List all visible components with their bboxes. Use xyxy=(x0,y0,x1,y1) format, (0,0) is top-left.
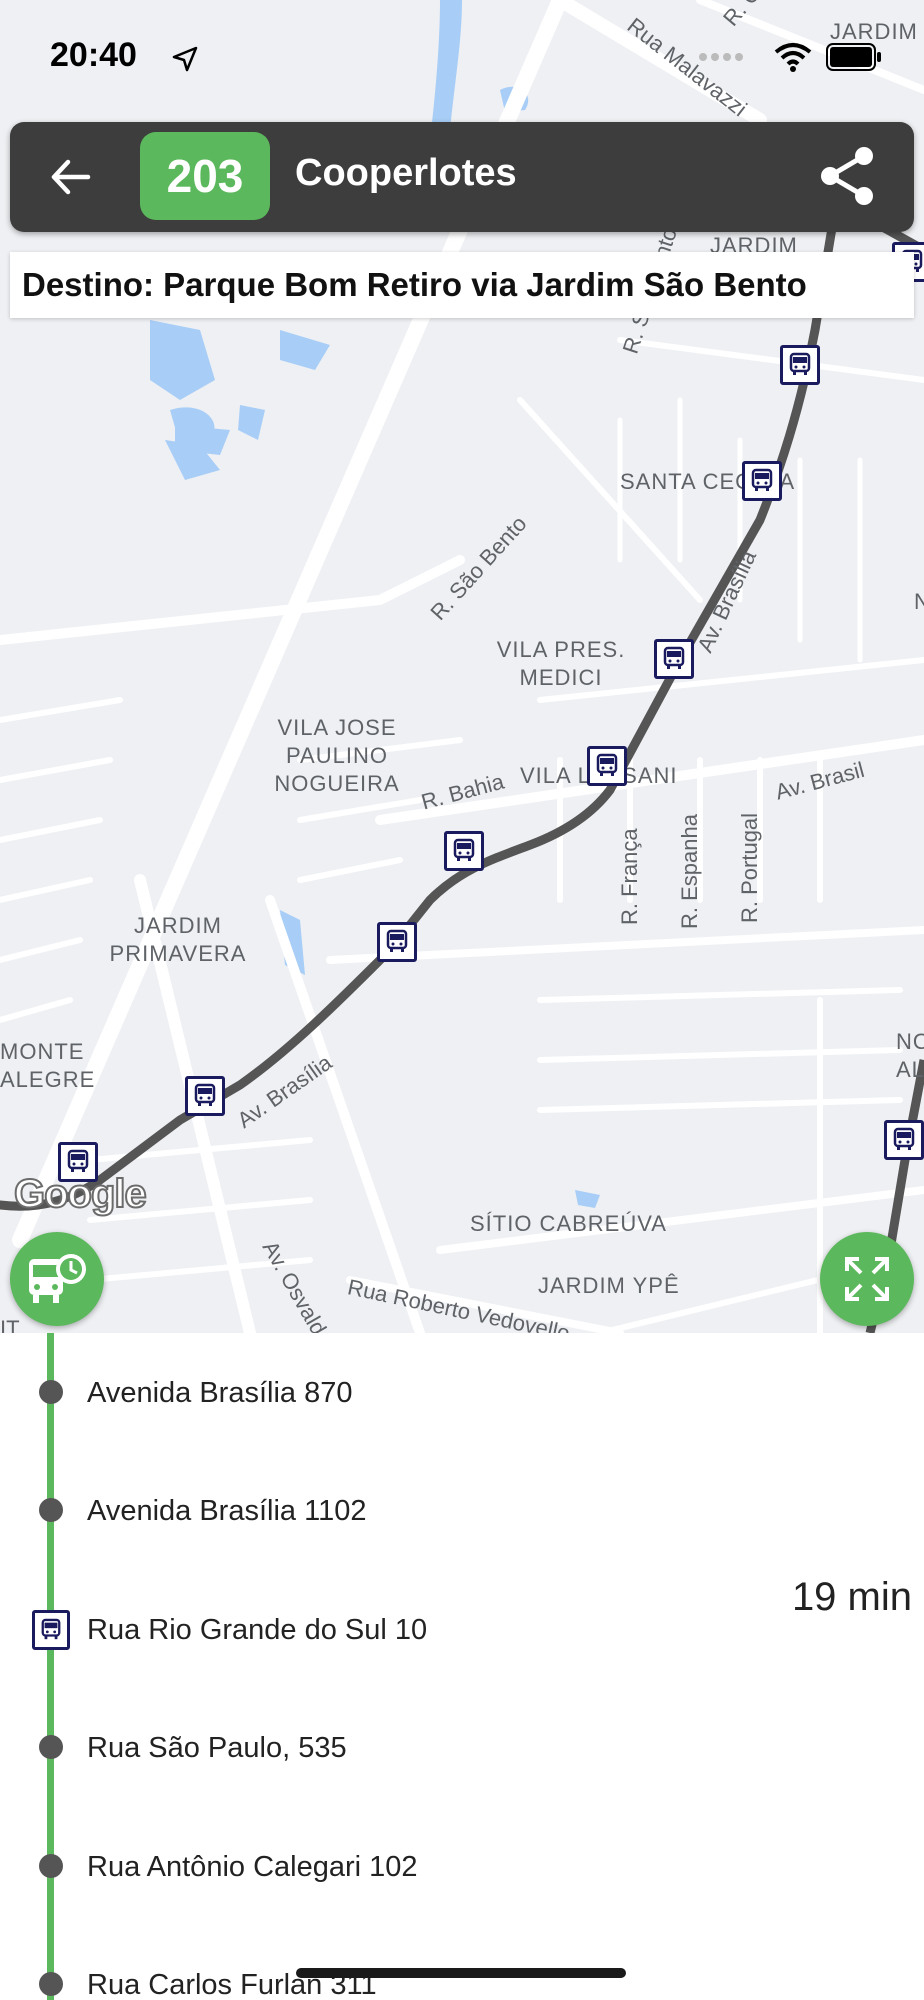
list-item[interactable]: Rua Carlos Furlan 311 xyxy=(0,1925,924,2000)
area-label: VILA PRES. MEDICI xyxy=(496,637,626,690)
status-icons xyxy=(698,42,882,72)
schedule-button[interactable] xyxy=(10,1232,104,1326)
location-arrow-icon xyxy=(172,46,198,72)
google-attribution: Google xyxy=(13,1171,148,1217)
bus-clock-icon xyxy=(29,1254,86,1303)
stop-name: Avenida Brasília 870 xyxy=(87,1377,353,1409)
list-item[interactable]: Avenida Brasília 1102 xyxy=(0,1451,924,1569)
street-label: R. Espanha xyxy=(677,814,702,929)
destination-banner: Destino: Parque Bom Retiro via Jardim Sã… xyxy=(10,252,914,318)
street-label: R. França xyxy=(617,828,642,925)
list-item[interactable]: Avenida Brasília 870 xyxy=(0,1333,924,1451)
bus-stop-marker[interactable] xyxy=(185,1076,225,1116)
area-label: SÍTIO CABREÚVA xyxy=(470,1211,667,1236)
wifi-icon xyxy=(774,43,812,72)
stop-name: Avenida Brasília 1102 xyxy=(87,1495,367,1527)
stop-dot xyxy=(39,1498,63,1522)
eta-label: 19 min xyxy=(791,1575,912,1619)
bus-stop-marker[interactable] xyxy=(780,345,820,385)
bus-icon xyxy=(789,352,811,375)
bus-stop-marker[interactable] xyxy=(884,1120,924,1160)
share-icon[interactable] xyxy=(816,144,880,208)
signal-icon xyxy=(699,53,743,61)
stop-name: Rua São Paulo, 535 xyxy=(87,1732,347,1764)
status-time: 20:40 xyxy=(50,36,137,74)
bus-icon xyxy=(194,1083,216,1106)
area-label: JARDIM YPÊ xyxy=(538,1273,680,1298)
bus-icon xyxy=(32,1610,70,1650)
stop-name: Rua Rio Grande do Sul 10 xyxy=(87,1614,428,1646)
route-map[interactable]: JARDIM SANTA CECÍLIA VILA PRES. MEDICI V… xyxy=(0,0,924,1333)
expand-map-button[interactable] xyxy=(820,1232,914,1326)
stop-name: Rua Antônio Calegari 102 xyxy=(87,1851,418,1883)
route-number-badge: 203 xyxy=(140,132,270,220)
route-name: Cooperlotes xyxy=(295,152,517,194)
street-label: IT xyxy=(0,1316,20,1333)
route-header: 203 Cooperlotes xyxy=(10,122,914,232)
bus-stop-marker[interactable] xyxy=(742,461,782,501)
list-item[interactable]: Rua Antônio Calegari 102 xyxy=(0,1807,924,1925)
bus-icon xyxy=(751,468,773,491)
list-item[interactable]: Rua São Paulo, 535 xyxy=(0,1688,924,1806)
bus-icon xyxy=(386,929,408,952)
bus-stop-marker[interactable] xyxy=(444,831,484,871)
bus-icon xyxy=(663,646,685,669)
area-label: VILA JOSE PAULINO NOGUEIRA xyxy=(274,715,400,796)
area-label: NO AL xyxy=(896,1029,924,1082)
home-indicator[interactable] xyxy=(296,1968,626,1978)
stop-list[interactable]: Avenida Brasília 870 Avenida Brasília 11… xyxy=(0,1333,924,2000)
list-item[interactable]: Rua Rio Grande do Sul 10 xyxy=(0,1570,924,1688)
bus-stop-marker[interactable] xyxy=(377,922,417,962)
stop-dot xyxy=(39,1380,63,1404)
stop-dot xyxy=(39,1854,63,1878)
arrow-left-icon[interactable] xyxy=(46,152,96,202)
stop-dot xyxy=(39,1972,63,1996)
bus-stop-marker[interactable] xyxy=(587,746,627,786)
street-label: R. Portugal xyxy=(737,812,762,923)
bus-icon xyxy=(596,753,618,776)
area-label: MONTE ALEGRE xyxy=(0,1039,96,1092)
expand-icon xyxy=(845,1257,889,1301)
area-label: JARDIM PRIMAVERA xyxy=(109,913,247,966)
area-label: N xyxy=(914,589,924,614)
bus-icon xyxy=(893,1127,915,1150)
bus-icon xyxy=(453,838,475,861)
bus-stop-marker[interactable] xyxy=(654,639,694,679)
battery-icon xyxy=(826,43,881,71)
stop-dot xyxy=(39,1735,63,1759)
